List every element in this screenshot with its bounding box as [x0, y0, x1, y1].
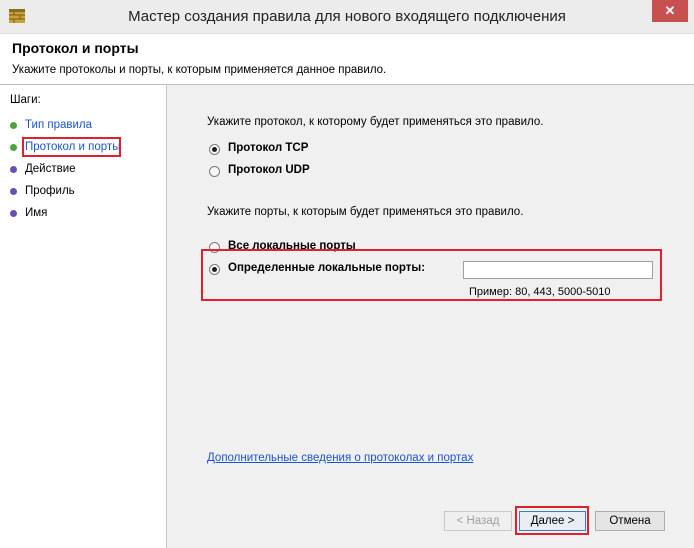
page-title: Протокол и порты — [12, 40, 139, 56]
protocol-tcp-radio[interactable] — [209, 144, 220, 155]
current-step-highlight — [22, 137, 121, 157]
step-action: Действие — [10, 160, 76, 178]
step-rule-type[interactable]: Тип правила — [10, 116, 92, 134]
protocol-tcp-label[interactable]: Протокол TCP — [228, 142, 308, 154]
step-done-icon — [10, 121, 17, 129]
next-button-highlight — [515, 506, 589, 535]
step-pending-icon — [10, 165, 17, 173]
close-button[interactable]: ✕ — [652, 0, 688, 22]
wizard-header: Протокол и порты Укажите протоколы и пор… — [0, 34, 694, 85]
wizard-content: Укажите протокол, к которому будет приме… — [167, 85, 694, 548]
step-label: Профиль — [25, 185, 75, 197]
cancel-button[interactable]: Отмена — [595, 511, 665, 531]
step-label: Имя — [25, 207, 48, 219]
back-button[interactable]: < Назад — [444, 511, 512, 531]
step-current-icon — [10, 143, 17, 151]
more-info-link[interactable]: Дополнительные сведения о протоколах и п… — [207, 452, 473, 464]
step-pending-icon — [10, 209, 17, 217]
protocol-prompt: Укажите протокол, к которому будет приме… — [207, 116, 544, 128]
step-pending-icon — [10, 187, 17, 195]
window-titlebar: Мастер создания правила для нового входя… — [0, 0, 694, 34]
step-name: Имя — [10, 204, 47, 222]
window-title: Мастер создания правила для нового входя… — [128, 8, 566, 25]
protocol-udp-label[interactable]: Протокол UDP — [228, 164, 310, 176]
page-description: Укажите протоколы и порты, к которым при… — [12, 64, 387, 76]
specific-ports-highlight — [201, 249, 662, 301]
step-label: Действие — [25, 163, 76, 175]
steps-label: Шаги: — [10, 94, 41, 106]
steps-sidebar: Шаги: Тип правила Протокол и порты Дейст… — [0, 85, 167, 548]
ports-prompt: Укажите порты, к которым будет применять… — [207, 206, 524, 218]
protocol-udp-radio[interactable] — [209, 166, 220, 177]
close-icon: ✕ — [664, 3, 676, 18]
step-label: Тип правила — [25, 119, 93, 131]
step-profile: Профиль — [10, 182, 75, 200]
